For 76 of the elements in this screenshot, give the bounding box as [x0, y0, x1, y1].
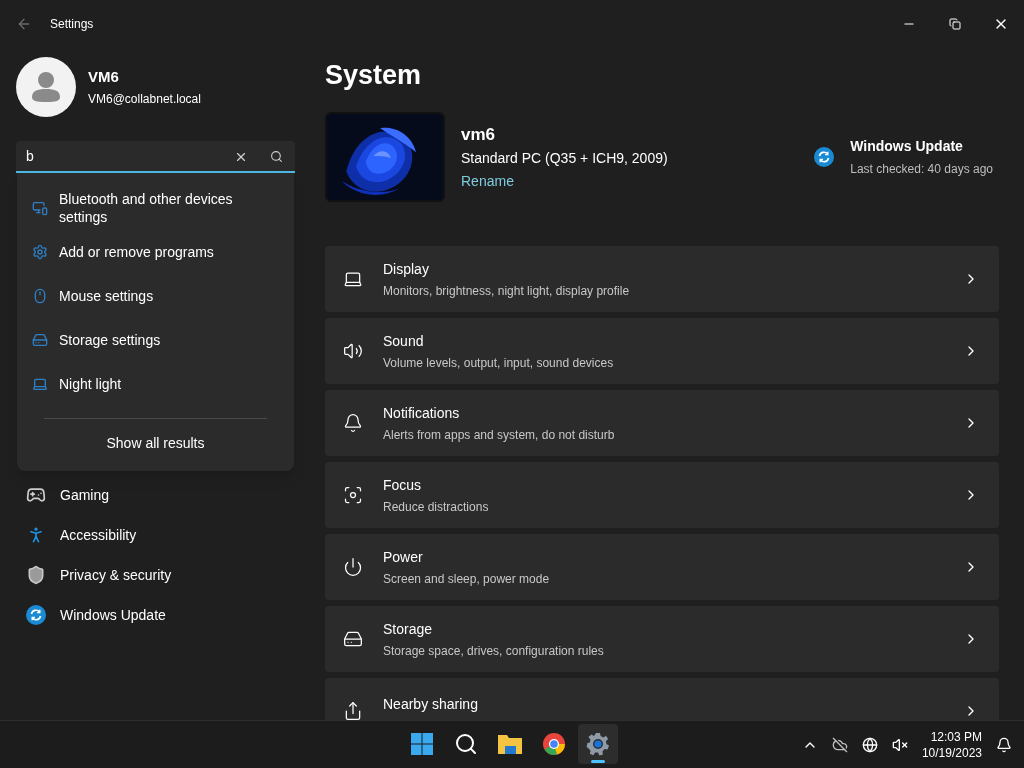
windows-logo-icon [410, 732, 434, 756]
gamepad-icon [26, 485, 46, 505]
page-title: System [325, 62, 423, 89]
folder-icon [497, 732, 523, 756]
person-icon [31, 71, 61, 103]
window-title: Settings [50, 16, 94, 33]
globe-icon[interactable] [861, 736, 878, 753]
settings-card[interactable]: Focus Reduce distractions [325, 462, 999, 528]
settings-description: Alerts from apps and system, do not disturb [383, 426, 615, 444]
gear-icon [586, 732, 610, 756]
drive-icon [32, 332, 48, 348]
settings-title: Notifications [383, 403, 461, 423]
settings-card[interactable]: Sound Volume levels, output, input, sound devices [325, 318, 999, 384]
focus-icon [343, 485, 363, 505]
suggestion-item[interactable]: Storage settings [17, 318, 294, 362]
settings-title: Focus [383, 475, 423, 495]
clear-icon[interactable] [234, 150, 248, 164]
suggestion-text: Add or remove programs [59, 243, 215, 261]
suggestion-text: Mouse settings [59, 287, 155, 305]
settings-title: Sound [383, 331, 425, 351]
drive-icon [343, 629, 363, 649]
laptop-icon [32, 376, 48, 392]
mouse-icon [32, 288, 48, 304]
bell-icon[interactable] [996, 736, 1012, 753]
devices-icon [32, 200, 48, 216]
settings-card[interactable]: Power Screen and sleep, power mode [325, 534, 999, 600]
suggestion-item[interactable]: Mouse settings [17, 274, 294, 318]
settings-description: Screen and sleep, power mode [383, 570, 550, 588]
settings-description: Volume levels, output, input, sound devices [383, 354, 614, 372]
restore-icon [949, 18, 961, 30]
settings-title: Storage [383, 619, 434, 639]
suggestion-text: Bluetooth and other devices settings [59, 190, 234, 226]
speaker-icon [343, 341, 363, 361]
settings-description: Reduce distractions [383, 498, 489, 516]
rename-link[interactable]: Rename [461, 171, 668, 193]
nav-item[interactable]: Accessibility [16, 515, 295, 555]
update-title[interactable]: Windows Update [850, 136, 993, 157]
suggestion-text: Night light [59, 375, 123, 393]
settings-title: Power [383, 547, 424, 567]
settings-card[interactable]: Notifications Alerts from apps and system, do not disturb [325, 390, 999, 456]
taskbar-app-button[interactable] [578, 724, 618, 764]
suggestion-text: Storage settings [59, 331, 162, 349]
muted-speaker-icon[interactable] [891, 736, 908, 753]
settings-description: Storage space, drives, configuration rules [383, 642, 604, 660]
gear-icon [32, 244, 48, 260]
settings-description: Monitors, brightness, night light, display profile [383, 282, 630, 300]
cloud-off-icon[interactable] [831, 736, 848, 753]
browser-logo-icon [542, 732, 566, 756]
settings-title: Display [383, 259, 430, 279]
search-icon [454, 732, 478, 756]
search-icon[interactable] [270, 150, 283, 163]
clock[interactable]: 12:03 PM 10/19/2023 [921, 728, 982, 761]
bell-icon [343, 413, 363, 433]
suggestion-item[interactable]: Night light [17, 362, 294, 406]
device-name: vm6 [461, 123, 497, 146]
nav-item[interactable]: Windows Update [16, 595, 295, 635]
share-icon [343, 701, 363, 720]
show-all-results-button[interactable]: Show all results [100, 429, 211, 458]
device-model: Standard PC (Q35 + ICH9, 2009) [461, 149, 668, 169]
search-field[interactable]: b [16, 141, 295, 173]
suggestion-item[interactable]: Bluetooth and other devices settings [17, 186, 294, 230]
suggestion-item[interactable]: Add or remove programs [17, 230, 294, 274]
update-status: Last checked: 40 days ago [850, 161, 993, 178]
sync-icon [814, 147, 835, 167]
user-email: VM6@collabnet.local [88, 91, 201, 109]
user-name: VM6 [88, 66, 120, 87]
settings-title: Nearby sharing [383, 694, 478, 714]
nav-item[interactable]: Privacy & security [16, 555, 295, 595]
settings-card[interactable]: Display Monitors, brightness, night light, display profile [325, 246, 999, 312]
settings-card[interactable]: Nearby sharing [325, 678, 999, 720]
sync-icon [26, 605, 46, 625]
settings-card[interactable]: Storage Storage space, drives, configuration rules [325, 606, 999, 672]
back-icon[interactable] [16, 16, 32, 32]
shield-icon [26, 565, 46, 585]
power-icon [343, 557, 363, 577]
nav-item[interactable]: Gaming [16, 475, 295, 515]
